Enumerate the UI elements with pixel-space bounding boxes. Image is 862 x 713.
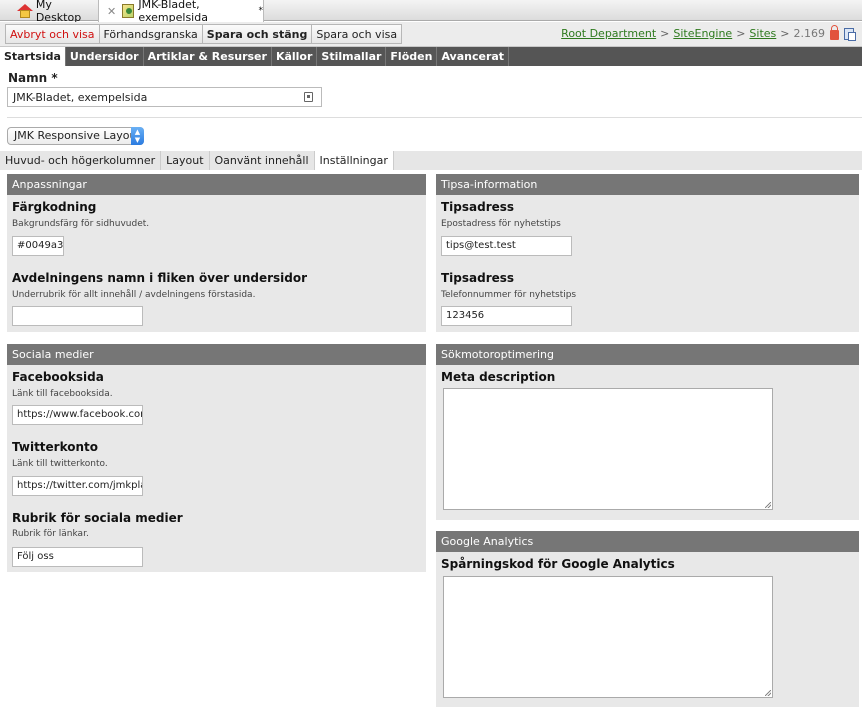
field-help: Bakgrundsfärg för sidhuvudet. [12,219,150,229]
breadcrumb-root-department[interactable]: Root Department [561,27,656,40]
ga-tracking-code-textarea[interactable] [443,576,773,698]
tab-label: JMK-Bladet, exempelsida [138,0,208,24]
window-tab-bar: My Desktop ✕ JMK-Bladet, exempelsida * [0,0,862,24]
name-label: Namn * [8,71,58,85]
field-label: Facebooksida [12,370,104,384]
field-help: Länk till twitterkonto. [12,459,108,469]
tab-jmk-bladet[interactable]: ✕ JMK-Bladet, exempelsida * [98,0,264,24]
nav-undersidor[interactable]: Undersidor [66,47,144,66]
tips-phone-input[interactable]: 123456 [441,306,572,326]
panel-sociala-medier: Sociala medier Facebooksida Länk till fa… [7,344,426,572]
copy-icon[interactable] [844,27,856,41]
nav-floden[interactable]: Flöden [386,47,438,66]
nav-kallor[interactable]: Källor [272,47,318,66]
panel-title: Tipsa-information [436,174,859,195]
panel-title: Anpassningar [7,174,426,195]
nav-avancerat[interactable]: Avancerat [437,47,510,66]
nav-artiklar-resurser[interactable]: Artiklar & Resurser [144,47,272,66]
layout-selected-value: JMK Responsive Layout [14,129,141,142]
subtab-oanvant-innehall[interactable]: Oanvänt innehåll [210,151,315,170]
divider [7,117,862,118]
field-label: Avdelningens namn i fliken över undersid… [12,271,308,285]
tips-email-input[interactable]: tips@test.test [441,236,572,256]
meta-description-textarea[interactable] [443,388,773,510]
field-label: Rubrik för sociala medier [12,511,183,525]
version-number: 2.169 [793,27,826,40]
social-heading-input[interactable]: Följ oss [12,547,143,567]
preview-button[interactable]: Förhandsgranska [98,24,203,44]
panel-tipsa-information: Tipsa-information Tipsadress Epostadress… [436,174,859,332]
field-label: Tipsadress [441,271,515,285]
panel-anpassningar: Anpassningar Färgkodning Bakgrundsfärg f… [7,174,426,332]
main-nav: Startsida Undersidor Artiklar & Resurser… [0,47,862,66]
field-help: Underrubrik för allt innehåll / avdelnin… [12,290,256,300]
facebook-input[interactable]: https://www.facebook.com [12,405,143,425]
tab-label: My Desktop [35,0,82,24]
nav-startsida[interactable]: Startsida [0,47,66,66]
panel-title: Sociala medier [7,344,426,365]
modified-marker: * [258,6,264,16]
chevron-updown-icon: ▲ ▼ [131,127,144,145]
department-name-input[interactable] [12,306,143,326]
breadcrumb-separator: > [660,27,670,40]
name-field[interactable]: JMK-Bladet, exempelsida [7,87,322,107]
field-help: Epostadress för nyhetstips [441,219,561,229]
field-label: Twitterkonto [12,440,99,454]
field-label: Meta description [441,370,556,384]
toolbar: Avbryt och visa Förhandsgranska Spara oc… [0,22,862,47]
save-and-view-button[interactable]: Spara och visa [311,24,403,44]
breadcrumb: Root Department > SiteEngine > Sites > 2… [561,24,856,41]
panel-google-analytics: Google Analytics Spårningskod för Google… [436,531,859,707]
cancel-and-view-button[interactable]: Avbryt och visa [5,24,100,44]
color-code-input[interactable]: #0049a3 [12,236,64,256]
tab-my-desktop[interactable]: My Desktop [0,0,100,24]
field-icon[interactable] [304,92,313,102]
field-help: Länk till facebooksida. [12,389,113,399]
layout-select[interactable]: JMK Responsive Layout ▲ ▼ [7,127,144,145]
close-icon[interactable]: ✕ [107,5,116,18]
panel-sokmotoroptimering: Sökmotoroptimering Meta description [436,344,859,520]
subtab-installningar[interactable]: Inställningar [314,151,394,170]
field-help: Rubrik för länkar. [12,529,89,539]
name-value: JMK-Bladet, exempelsida [13,91,148,104]
field-label: Färgkodning [12,200,97,214]
breadcrumb-separator: > [780,27,790,40]
field-label: Tipsadress [441,200,515,214]
subtab-huvud-hogerkolumner[interactable]: Huvud- och högerkolumner [0,151,162,170]
action-button-group: Avbryt och visa Förhandsgranska Spara oc… [5,24,403,44]
home-icon [17,3,33,18]
panel-title: Sökmotoroptimering [436,344,859,365]
twitter-input[interactable]: https://twitter.com/jmkplay [12,476,143,496]
nav-stilmallar[interactable]: Stilmallar [317,47,387,66]
subtab-layout[interactable]: Layout [161,151,210,170]
field-help: Telefonnummer för nyhetstips [441,290,577,300]
save-and-close-button[interactable]: Spara och stäng [201,24,313,44]
page-icon [122,4,135,18]
field-label: Spårningskod för Google Analytics [441,557,675,571]
panel-title: Google Analytics [436,531,859,552]
lock-icon[interactable] [830,24,839,40]
sub-tab-bar: Huvud- och högerkolumner Layout Oanvänt … [0,151,862,170]
breadcrumb-separator: > [736,27,746,40]
breadcrumb-siteengine[interactable]: SiteEngine [673,27,732,40]
breadcrumb-sites[interactable]: Sites [749,27,776,40]
